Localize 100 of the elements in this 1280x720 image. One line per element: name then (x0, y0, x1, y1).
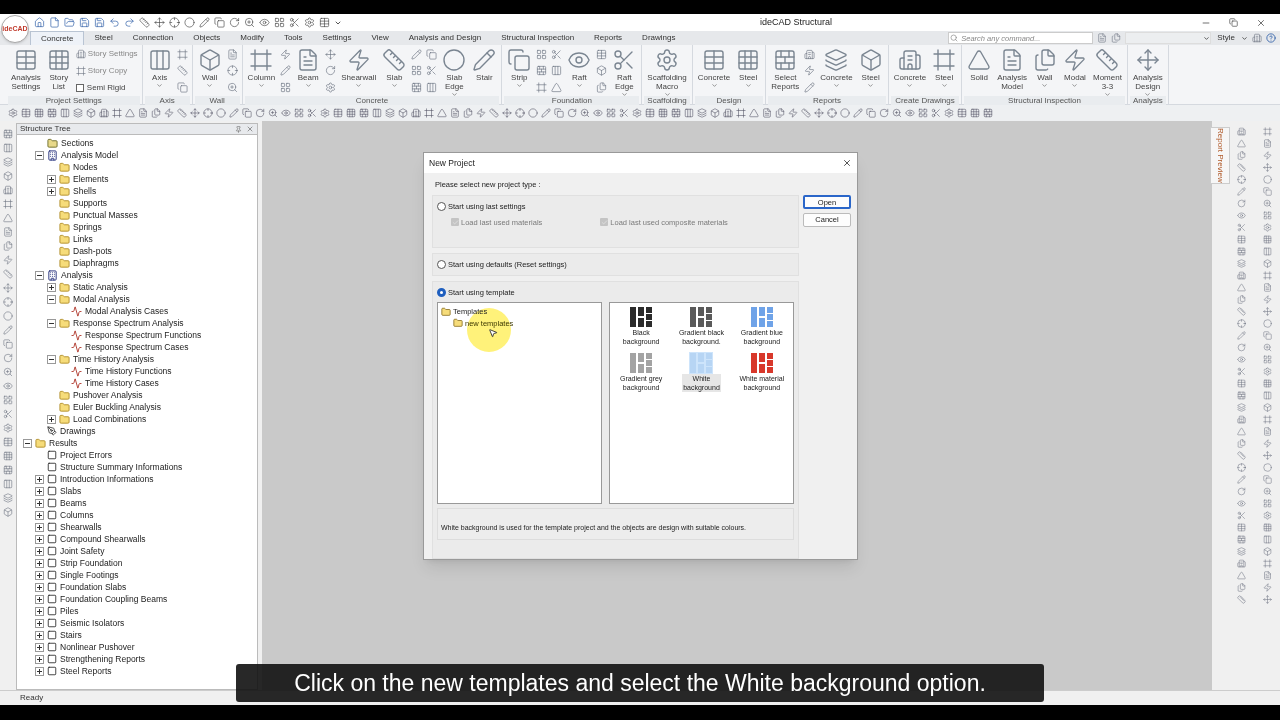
tree-item[interactable]: Results (49, 436, 78, 450)
tree-item[interactable]: Slabs (60, 484, 82, 498)
group-label: Concrete (244, 96, 500, 105)
tree-item[interactable]: Analysis (61, 268, 93, 282)
tree-item[interactable]: Columns (60, 508, 94, 522)
group-label: Reports (768, 96, 886, 105)
group-label: Wall (194, 96, 240, 105)
ribbon-button[interactable]: Raft (564, 46, 595, 96)
group-label: Axis (144, 96, 190, 105)
ribbon-tab[interactable]: Tools (273, 31, 313, 45)
ribbon-tab[interactable]: Concrete (30, 31, 85, 45)
tree-item[interactable]: Supports (73, 196, 108, 210)
ribbon-button[interactable]: Analysis Design (1129, 46, 1166, 96)
tree-item[interactable]: Euler Buckling Analysis (73, 400, 161, 414)
ribbon-button[interactable]: Shearwall (338, 46, 380, 96)
ribbon-button[interactable]: Wall (1030, 46, 1060, 96)
caption: Click on the new templates and select the White background option. (236, 664, 1044, 702)
ribbon-tab[interactable]: Structural Inspection (491, 31, 585, 45)
ribbon-tab[interactable]: Analysis and Design (398, 31, 492, 45)
ribbon-button[interactable]: Modal (1060, 46, 1090, 96)
tree-item[interactable]: Joint Safety (60, 544, 105, 558)
ribbon-button[interactable]: Stair (469, 46, 500, 96)
tree-item[interactable]: Foundation Slabs (60, 580, 127, 594)
tree-item[interactable]: Response Spectrum Analysis (73, 316, 184, 330)
tree-item[interactable]: Sections (61, 136, 94, 150)
ribbon-tab[interactable]: Drawings (632, 31, 686, 45)
ribbon-button[interactable]: Steel (855, 46, 886, 96)
ribbon-button[interactable]: Strip (504, 46, 535, 96)
tree-item[interactable]: Drawings (60, 424, 96, 438)
tree-item[interactable]: Diaphragms (73, 256, 119, 270)
tree-item[interactable]: Static Analysis (73, 280, 128, 294)
group-label: Create Drawings (890, 96, 960, 105)
style-menu[interactable]: Style (1215, 32, 1237, 44)
group-label: Foundation (504, 96, 640, 105)
group-label: Design (694, 96, 764, 105)
tree-item[interactable]: Time History Analysis (73, 352, 154, 366)
ribbon-button[interactable]: Concrete (694, 46, 734, 96)
ribbon-tab[interactable]: Modify (230, 31, 274, 45)
tree-item[interactable]: Elements (73, 172, 109, 186)
tree-item[interactable]: Nodes (73, 160, 98, 174)
tree-item[interactable]: Foundation Coupling Beams (60, 592, 168, 606)
tree-item[interactable]: Load Combinations (73, 412, 147, 426)
tree-item[interactable]: Time History Cases (85, 376, 159, 390)
tree-item[interactable]: Shearwalls (60, 520, 102, 534)
ribbon-tab[interactable]: Connection (122, 31, 184, 45)
ribbon-tab[interactable]: Settings (312, 31, 362, 45)
ribbon-button[interactable]: Select Reports (768, 46, 803, 96)
ribbon-tab[interactable]: Steel (84, 31, 123, 45)
ribbon-button[interactable]: Axis (144, 46, 175, 96)
tree-item[interactable]: Strengthening Reports (60, 652, 146, 666)
ribbon-small-button[interactable]: Story Settings (75, 48, 138, 61)
tree-item[interactable]: Response Spectrum Functions (85, 328, 202, 342)
group-label: Structural Inspection (964, 96, 1125, 105)
ribbon-button[interactable]: Analysis Model (994, 46, 1030, 96)
tree-item[interactable]: Stairs (60, 628, 82, 642)
ribbon-button[interactable]: Scaffolding Macro (644, 46, 690, 96)
ribbon-button[interactable]: Slab Edge (439, 46, 470, 96)
tree-item[interactable]: Time History Functions (85, 364, 172, 378)
tree-item[interactable]: Strip Foundation (60, 556, 123, 570)
ribbon-button[interactable]: Beam (293, 46, 324, 96)
ribbon-button[interactable]: Raft Edge (609, 46, 640, 96)
tree-item[interactable]: Structure Summary Informations (60, 460, 183, 474)
tree-item[interactable]: Shells (73, 184, 97, 198)
tree-item[interactable]: Links (73, 232, 93, 246)
side-tab[interactable]: Report Preview (1210, 127, 1230, 184)
ribbon-button[interactable]: Steel (929, 46, 960, 96)
ribbon-button[interactable]: Story List (43, 46, 74, 96)
tree-item[interactable]: Response Spectrum Cases (85, 340, 189, 354)
ribbon-button[interactable]: Wall (194, 46, 225, 96)
tree-item[interactable]: Nonlinear Pushover (60, 640, 135, 654)
semi-rigid-checkbox[interactable]: Semi Rigid (75, 81, 138, 94)
tree-item[interactable]: Beams (60, 496, 87, 510)
ribbon-button[interactable]: Concrete (817, 46, 856, 96)
ribbon-button[interactable]: Solid (964, 46, 995, 96)
tree-item[interactable]: Punctual Masses (73, 208, 138, 222)
ribbon-button[interactable]: Slab (379, 46, 410, 96)
tree-item[interactable]: Modal Analysis Cases (85, 304, 169, 318)
ribbon-tab[interactable]: Reports (584, 31, 633, 45)
tree-item[interactable]: Dash-pots (73, 244, 112, 258)
tree-item[interactable]: Seismic Isolators (60, 616, 125, 630)
status-text: Ready (20, 692, 44, 704)
ribbon-button[interactable]: Analysis Settings (8, 46, 44, 96)
group-label: Project Settings (8, 96, 140, 105)
ribbon-button[interactable]: Concrete (890, 46, 930, 96)
tree-item[interactable]: Piles (60, 604, 79, 618)
tree-item[interactable]: Introduction Informations (60, 472, 154, 486)
tree-item[interactable]: Pushover Analysis (73, 388, 143, 402)
ribbon-button[interactable]: Steel (733, 46, 764, 96)
tree-item[interactable]: Modal Analysis (73, 292, 130, 306)
tree-item[interactable]: Compound Shearwalls (60, 532, 146, 546)
tree-item[interactable]: Project Errors (60, 448, 112, 462)
ribbon-button[interactable]: Moment 3-3 (1090, 46, 1125, 96)
ribbon-button[interactable]: Column (244, 46, 279, 96)
tree-item[interactable]: Springs (73, 220, 102, 234)
tree-item[interactable]: Single Footings (60, 568, 119, 582)
tree-item[interactable]: Analysis Model (61, 148, 119, 162)
group-label: Scaffolding (644, 96, 690, 105)
tree-item[interactable]: Steel Reports (60, 664, 112, 678)
ribbon-tab[interactable]: Objects (183, 31, 231, 45)
ribbon-tab[interactable]: View (361, 31, 399, 45)
